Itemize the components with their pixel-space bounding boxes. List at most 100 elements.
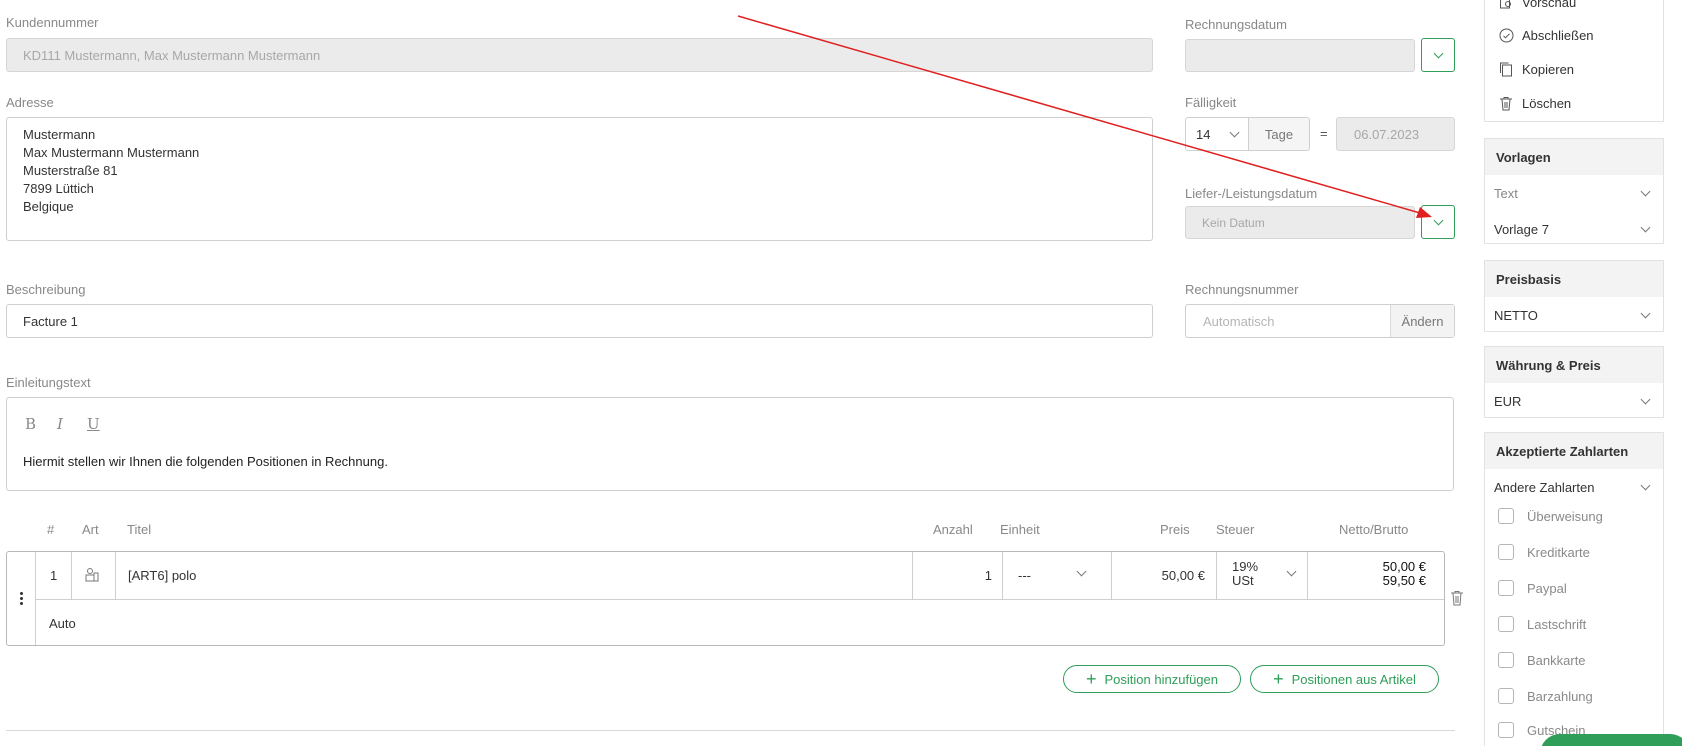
trash-icon[interactable]	[1450, 590, 1464, 606]
delivery-date-input[interactable]: Kein Datum	[1185, 206, 1415, 239]
preview-menu-item[interactable]: Vorschau	[1498, 0, 1576, 10]
col-header-tax: Steuer	[1216, 522, 1255, 537]
text-template-select[interactable]: Text	[1485, 175, 1663, 211]
address-line: Mustermann	[23, 127, 96, 142]
position-tax-select[interactable]: 19% USt	[1216, 552, 1307, 600]
due-unit-text: Tage	[1264, 126, 1294, 142]
address-text: Mustermann Max Mustermann Mustermann Mus…	[23, 126, 199, 216]
col-header-title: Titel	[127, 522, 152, 537]
checkbox[interactable]	[1498, 722, 1514, 738]
floating-action-button[interactable]	[1540, 734, 1682, 746]
address-line: Musterstraße 81	[23, 163, 118, 178]
add-position-button[interactable]: + Position hinzufügen	[1063, 665, 1241, 693]
payment-methods-select[interactable]: Andere Zahlarten	[1485, 469, 1663, 505]
price-basis-value: NETTO	[1494, 307, 1538, 323]
due-unit-addon: Tage	[1248, 117, 1310, 151]
address-label: Adresse	[6, 95, 54, 110]
price-basis-panel: Preisbasis NETTO	[1484, 260, 1664, 332]
customer-number-label: Kundennummer	[6, 15, 99, 30]
payment-option-label: Lastschrift	[1527, 616, 1587, 632]
check-circle-icon	[1498, 27, 1514, 43]
finalize-menu-item[interactable]: Abschließen	[1498, 27, 1594, 43]
trash-icon	[1498, 95, 1514, 111]
intro-text-content: Hiermit stellen wir Ihnen die folgenden …	[23, 454, 388, 469]
position-description[interactable]: Auto	[49, 616, 76, 631]
chevron-down-icon	[1640, 186, 1651, 196]
payment-option-credit-card[interactable]: Kreditkarte	[1498, 544, 1590, 560]
payment-option-label: Bankkarte	[1527, 652, 1586, 668]
col-header-unit: Einheit	[1000, 522, 1040, 537]
invoice-date-picker-button[interactable]	[1421, 38, 1455, 72]
checkbox[interactable]	[1498, 544, 1514, 560]
text-template-value: Text	[1494, 185, 1518, 201]
preview-label: Vorschau	[1522, 0, 1577, 10]
checkbox[interactable]	[1498, 652, 1514, 668]
invoice-number-change-label: Ändern	[1401, 313, 1444, 329]
checkbox[interactable]	[1498, 616, 1514, 632]
delete-label: Löschen	[1522, 95, 1572, 111]
currency-select[interactable]: EUR	[1485, 383, 1663, 419]
templates-title: Vorlagen	[1485, 139, 1663, 175]
position-price[interactable]: 50,00 €	[1121, 568, 1205, 583]
payment-methods-value: Andere Zahlarten	[1494, 479, 1595, 495]
chevron-down-icon	[1229, 127, 1240, 137]
delete-menu-item[interactable]: Löschen	[1498, 95, 1571, 111]
due-equals-sign: =	[1320, 126, 1328, 141]
payment-option-cash[interactable]: Barzahlung	[1498, 688, 1593, 704]
payment-option-label: Barzahlung	[1527, 688, 1593, 704]
bold-button[interactable]: B	[25, 415, 36, 433]
delivery-date-picker-button[interactable]	[1421, 205, 1455, 239]
preview-icon	[1498, 0, 1514, 10]
payment-option-direct-debit[interactable]: Lastschrift	[1498, 616, 1586, 632]
description-input[interactable]: Facture 1	[6, 304, 1153, 338]
price-basis-title: Preisbasis	[1485, 261, 1663, 297]
chevron-down-icon	[1640, 308, 1651, 318]
position-title[interactable]: [ART6] polo	[128, 568, 196, 583]
col-header-number: #	[47, 522, 55, 537]
divider	[6, 730, 1455, 731]
invoice-date-input[interactable]	[1185, 39, 1415, 72]
checkbox[interactable]	[1498, 580, 1514, 596]
due-date-value: 06.07.2023	[1354, 126, 1420, 142]
checkbox[interactable]	[1498, 688, 1514, 704]
position-unit-select[interactable]: ---	[1002, 552, 1111, 600]
customer-number-field[interactable]: KD111 Mustermann, Max Mustermann Musterm…	[6, 38, 1153, 72]
payment-option-paypal[interactable]: Paypal	[1498, 580, 1567, 596]
description-label: Beschreibung	[6, 282, 86, 297]
checkbox[interactable]	[1498, 508, 1514, 524]
add-from-article-button[interactable]: + Positionen aus Artikel	[1250, 665, 1439, 693]
payment-option-label: Paypal	[1527, 580, 1567, 596]
drag-handle-icon[interactable]	[7, 552, 35, 645]
address-textarea[interactable]: Mustermann Max Mustermann Mustermann Mus…	[6, 117, 1153, 241]
currency-title: Währung & Preis	[1485, 347, 1663, 383]
copy-label: Kopieren	[1522, 61, 1575, 77]
price-basis-select[interactable]: NETTO	[1485, 297, 1663, 333]
invoice-date-label: Rechnungsdatum	[1185, 17, 1287, 32]
description-value: Facture 1	[23, 313, 78, 329]
position-net-amount: 50,00 €	[1382, 559, 1426, 574]
chevron-down-icon	[1076, 566, 1087, 577]
payment-option-transfer[interactable]: Überweisung	[1498, 508, 1603, 524]
invoice-number-label: Rechnungsnummer	[1185, 282, 1299, 297]
position-number: 1	[50, 568, 58, 583]
underline-button[interactable]: U	[87, 415, 100, 433]
chevron-down-icon	[1640, 480, 1651, 490]
address-line: 7899 Lüttich	[23, 181, 94, 196]
article-type-icon[interactable]	[84, 567, 100, 583]
position-quantity[interactable]: 1	[972, 568, 992, 583]
col-header-type: Art	[82, 522, 99, 537]
intro-text-editor[interactable]: B I U Hiermit stellen wir Ihnen die folg…	[6, 397, 1454, 491]
position-gross-amount: 59,50 €	[1382, 573, 1426, 588]
italic-button[interactable]: I	[57, 415, 63, 433]
chevron-down-icon	[1433, 215, 1443, 225]
invoice-number-change-button[interactable]: Ändern	[1390, 305, 1454, 337]
template-select[interactable]: Vorlage 7	[1485, 211, 1663, 247]
add-from-article-label: Positionen aus Artikel	[1291, 671, 1416, 687]
due-date-field: 06.07.2023	[1336, 117, 1455, 151]
payment-option-bank-card[interactable]: Bankkarte	[1498, 652, 1586, 668]
copy-menu-item[interactable]: Kopieren	[1498, 61, 1574, 77]
due-days-select[interactable]: 14	[1185, 117, 1249, 151]
chevron-down-icon	[1640, 222, 1651, 232]
plus-icon: +	[1086, 669, 1097, 689]
finalize-label: Abschließen	[1522, 27, 1594, 43]
